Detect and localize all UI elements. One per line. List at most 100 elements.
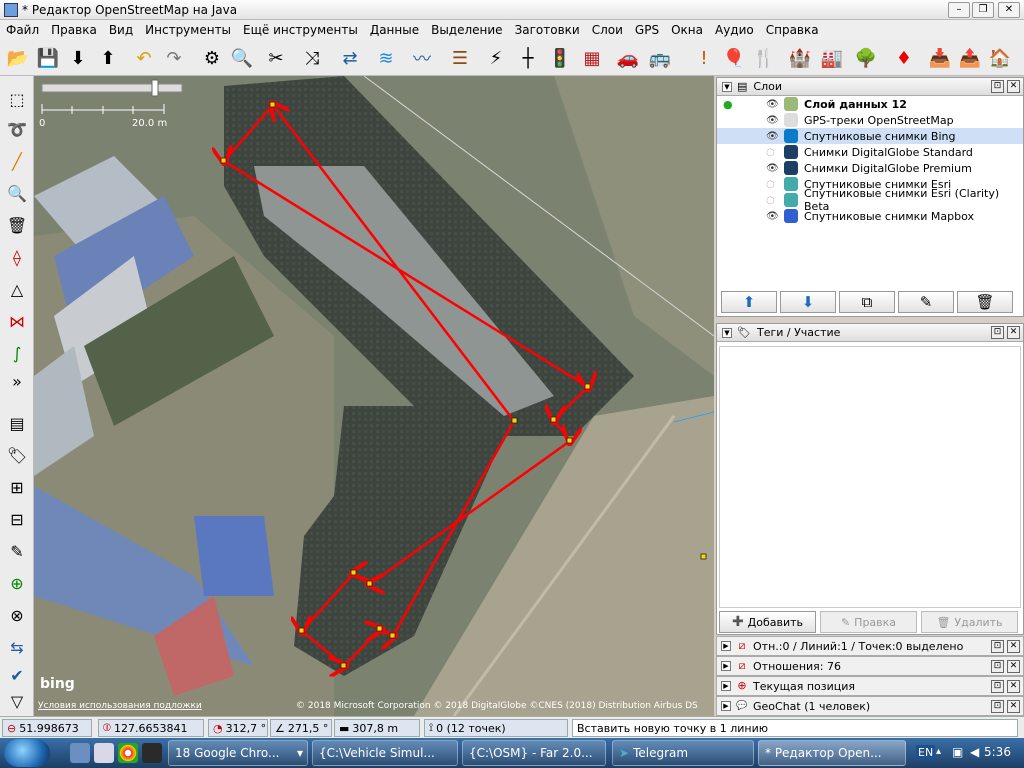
layer-row[interactable]: 👁 Спутниковые снимки Mapbox <box>717 208 1023 224</box>
notes-icon[interactable]: ⊗ <box>4 602 30 628</box>
menu-item[interactable]: Слои <box>586 23 629 37</box>
expand-icon[interactable]: ▶ <box>721 641 731 651</box>
current-position-panel[interactable]: ▶ ⊕ Текущая позиция ⊡ ✕ <box>716 676 1024 696</box>
collapse-icon[interactable]: ▼ <box>722 327 732 338</box>
preferences-icon[interactable]: ⚙ <box>198 44 226 72</box>
building-tool-icon[interactable]: 🏠 <box>986 44 1014 72</box>
minimize-button[interactable]: – <box>948 2 970 18</box>
balloons-icon[interactable]: 🎈 <box>720 44 748 72</box>
menu-item[interactable]: Ещё инструменты <box>237 23 364 37</box>
draw-mode-icon[interactable]: ╱ <box>4 148 30 174</box>
layer-row[interactable]: 👁 GPS-треки OpenStreetMap <box>717 112 1023 128</box>
taskbar-vehicle-sim[interactable]: {C:\Vehicle Simul... <box>312 740 458 766</box>
layer-row[interactable]: ○ Спутниковые снимки Esri (Clarity) Beta <box>717 187 1023 213</box>
start-button[interactable] <box>4 739 50 767</box>
menu-item[interactable]: Инструменты <box>139 23 237 37</box>
menu-item[interactable]: Правка <box>45 23 103 37</box>
layer-row[interactable]: 👁 Спутниковые снимки Bing <box>717 128 1023 144</box>
other-node[interactable] <box>700 553 707 560</box>
network-icon[interactable]: ▣ <box>952 745 963 759</box>
edit-tag-button[interactable]: ✎ Правка <box>820 611 917 633</box>
geochat-panel[interactable]: ▶ 💬 GeoChat (1 человек) ⊡ ✕ <box>716 696 1024 716</box>
menu-item[interactable]: Заготовки <box>509 23 586 37</box>
add-tag-button[interactable]: ✚ Добавить <box>719 611 816 633</box>
taskbar-chrome[interactable]: 18 Google Chro... ▾ <box>168 740 308 766</box>
menu-item[interactable]: Справка <box>760 23 825 37</box>
menu-item[interactable]: Файл <box>0 23 45 37</box>
visibility-eye-icon[interactable]: ○ <box>766 195 775 206</box>
zoom-slider-handle[interactable] <box>151 79 159 97</box>
split-way-icon[interactable]: ✂ <box>262 44 290 72</box>
zoom-icon[interactable]: 🔍 <box>228 44 256 72</box>
merge-layer-button[interactable]: ⧉ <box>839 291 895 313</box>
poi-marker-icon[interactable]: ♦ <box>890 44 918 72</box>
expand-icon[interactable]: ▶ <box>721 661 731 671</box>
detach-panel-icon[interactable]: ⊡ <box>991 660 1004 673</box>
extrude-icon[interactable]: ⋈ <box>4 308 30 334</box>
expand-icon[interactable]: ▶ <box>721 681 731 691</box>
menu-item[interactable]: GPS <box>629 23 665 37</box>
fence-icon[interactable]: ┼ <box>514 44 542 72</box>
upload-osm-icon[interactable]: 📤 <box>956 44 984 72</box>
close-panel-icon[interactable]: ✕ <box>1007 80 1020 93</box>
map-canvas[interactable]: 0 20.0 m bing Условия использования подл… <box>34 76 714 716</box>
history-icon[interactable]: ⊟ <box>4 506 30 532</box>
layer-row[interactable]: ● 👁 Слой данных 12 <box>717 96 1023 112</box>
industrial-icon[interactable]: 🏭 <box>818 44 846 72</box>
warning-icon[interactable]: ! <box>690 44 718 72</box>
more-tools-icon[interactable]: » <box>4 368 30 394</box>
detach-panel-icon[interactable]: ⊡ <box>991 680 1004 693</box>
bus-icon[interactable]: 🚌 <box>646 44 674 72</box>
visibility-eye-icon[interactable]: 👁 <box>766 115 779 126</box>
language-indicator[interactable]: EN <box>916 745 936 760</box>
close-panel-icon[interactable]: ✕ <box>1007 680 1020 693</box>
collapse-icon[interactable]: ▼ <box>722 81 732 92</box>
open-file-icon[interactable]: 📂 <box>4 44 32 72</box>
menu-item[interactable]: Данные <box>364 23 425 37</box>
taskbar-josm[interactable]: * Редактор Open... <box>758 740 906 766</box>
menu-item[interactable]: Выделение <box>425 23 508 37</box>
map-view[interactable]: 0 20.0 m bing Условия использования подл… <box>34 76 714 716</box>
layers-toggle-icon[interactable]: ▤ <box>4 410 30 436</box>
visibility-eye-icon[interactable]: ○ <box>766 147 775 158</box>
traffic-signals-icon[interactable]: 🚦 <box>546 44 574 72</box>
download-osm-icon[interactable]: 📥 <box>926 44 954 72</box>
redo-icon[interactable]: ↷ <box>160 44 188 72</box>
terminal-icon[interactable] <box>142 743 162 763</box>
volume-icon[interactable]: ◀ <box>970 745 979 759</box>
detach-panel-icon[interactable]: ⊡ <box>991 80 1004 93</box>
tray-arrow-icon[interactable]: ▴ <box>936 746 941 757</box>
visibility-eye-icon[interactable]: ○ <box>766 179 775 190</box>
chrome-icon[interactable] <box>118 743 138 763</box>
reverse-icon[interactable]: ⇄ <box>336 44 364 72</box>
close-panel-icon[interactable]: ✕ <box>1007 640 1020 653</box>
download-icon[interactable]: ⬇ <box>64 44 92 72</box>
waterway-icon[interactable]: ≋ <box>372 44 400 72</box>
tags-table[interactable] <box>719 346 1021 608</box>
lasso-icon[interactable]: ➰ <box>4 116 30 142</box>
wall-icon[interactable]: ▦ <box>578 44 606 72</box>
tree-icon[interactable]: 🌳 <box>852 44 880 72</box>
power-icon[interactable]: ⚡ <box>482 44 510 72</box>
detach-panel-icon[interactable]: ⊡ <box>991 326 1004 339</box>
close-panel-icon[interactable]: ✕ <box>1007 660 1020 673</box>
relations-icon[interactable]: ⇆ <box>4 634 30 660</box>
layer-row[interactable]: ○ Снимки DigitalGlobe Standard <box>717 144 1023 160</box>
detach-panel-icon[interactable]: ⊡ <box>991 640 1004 653</box>
checkmark-icon[interactable]: ✔ <box>4 662 30 688</box>
taskbar-telegram[interactable]: ➤ Telegram <box>612 740 754 766</box>
relations-panel[interactable]: ▶ ⧄ Отношения: 76 ⊡ ✕ <box>716 656 1024 676</box>
move-down-button[interactable]: ⬇ <box>780 291 836 313</box>
selection-list-icon[interactable]: ⊞ <box>4 474 30 500</box>
follow-line-icon[interactable]: ∫ <box>4 340 30 366</box>
visibility-eye-icon[interactable]: 👁 <box>766 99 779 110</box>
delete-tag-button[interactable]: 🗑 Удалить <box>921 611 1018 633</box>
zoom-slider[interactable] <box>41 83 183 93</box>
map-paint-icon[interactable]: ▽ <box>4 688 30 714</box>
visibility-eye-icon[interactable]: 👁 <box>766 163 779 174</box>
zoom-mode-icon[interactable]: 🔍 <box>4 180 30 206</box>
close-panel-icon[interactable]: ✕ <box>1007 700 1020 713</box>
clock[interactable]: 5:36 <box>984 745 1011 759</box>
expand-icon[interactable]: ▶ <box>721 701 731 711</box>
close-button[interactable]: ✕ <box>998 2 1020 18</box>
